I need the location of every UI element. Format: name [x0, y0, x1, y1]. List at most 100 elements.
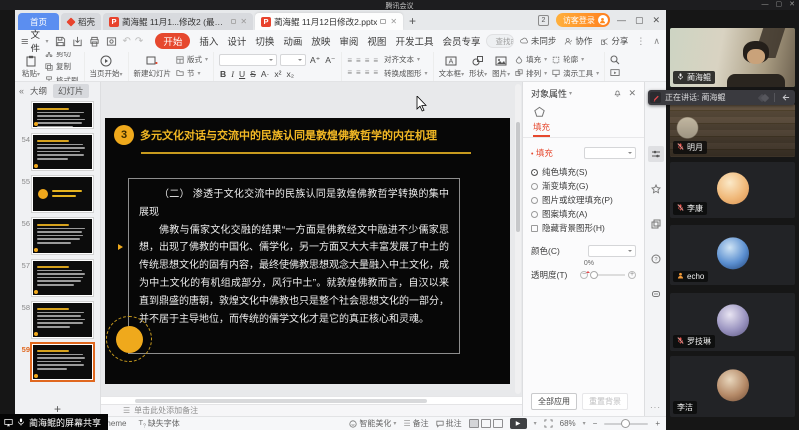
share-button[interactable]: 分享 — [600, 35, 628, 47]
participant-tile-echo[interactable]: echo — [670, 225, 795, 285]
transparency-increase-button[interactable]: + — [628, 271, 636, 279]
play-from-current-button[interactable]: 当页开始▾ — [90, 55, 123, 79]
redo-button[interactable]: ↷ — [135, 36, 147, 47]
tab-fill[interactable]: 填充 — [533, 121, 550, 137]
annotate-pen-icon[interactable] — [650, 92, 661, 103]
slideshow-play-button[interactable]: ▶ — [510, 418, 527, 429]
align-right-button[interactable]: ≡ — [365, 68, 371, 77]
ribbon-tab-7[interactable]: 视图 — [367, 34, 386, 48]
zoom-in-button[interactable]: + — [655, 419, 660, 428]
section-button[interactable]: 节▾ — [176, 68, 208, 79]
underline-button[interactable]: U — [238, 69, 246, 79]
fill-option-2[interactable]: 图片或纹理填充(P) — [531, 193, 636, 207]
participant-tile-罗技琳[interactable]: 罗技琳 — [670, 293, 795, 351]
convert-to-shape-button[interactable]: 转换成图形▾ — [384, 68, 428, 79]
slide-thumbnail-row-59[interactable]: 59 — [15, 344, 100, 380]
picture-button[interactable]: 图片▾ — [492, 55, 510, 79]
strip-more-icon[interactable]: ··· — [645, 403, 666, 412]
preview-icon[interactable] — [106, 36, 117, 47]
reading-view-button[interactable] — [493, 419, 503, 428]
save-icon[interactable] — [55, 36, 66, 47]
effects-strip-icon[interactable] — [648, 181, 664, 197]
number-list-button[interactable]: ≡ — [356, 56, 362, 65]
bell-icon[interactable] — [613, 88, 622, 97]
arrange-button[interactable]: 排列▾ — [515, 68, 547, 79]
present-from-beginning-icon[interactable] — [610, 68, 620, 78]
file-menu[interactable]: 文件▾ — [21, 27, 49, 55]
align-left-button[interactable]: ≡ — [347, 68, 353, 77]
undo-button[interactable]: ↶ — [123, 36, 135, 47]
align-text-button[interactable]: 对齐文本▾ — [384, 54, 428, 65]
guest-login-badge[interactable]: 访客登录 — [556, 13, 610, 27]
new-slide-button[interactable]: 新建幻灯片 — [134, 55, 172, 79]
participant-tile-明月[interactable]: 明月 — [670, 104, 795, 157]
panel-close-icon[interactable]: ✕ — [628, 88, 636, 99]
presentation-tools-button[interactable]: 演示工具▾ — [552, 68, 599, 79]
ribbon-search-icon[interactable] — [610, 55, 620, 65]
print-icon[interactable] — [89, 36, 100, 47]
slide-body-textbox[interactable]: （二） 渗透于文化交流中的民族认同是敦煌佛教哲学转换的集中展现佛教与儒家文化交融… — [128, 178, 460, 354]
ribbon-tab-4[interactable]: 动画 — [283, 34, 302, 48]
properties-strip-icon[interactable] — [648, 146, 664, 162]
slide-thumbnail-row-56[interactable]: 56 — [15, 218, 100, 254]
ribbon-tab-0[interactable]: 开始 — [155, 33, 190, 49]
subscript-button[interactable]: x₂ — [285, 69, 295, 79]
strikethrough-button[interactable]: S — [249, 69, 257, 79]
indent-increase-button[interactable]: ≡ — [373, 56, 379, 65]
slide-thumbnail-row-58[interactable]: 58 — [15, 302, 100, 338]
participant-tile-蔺海鲲[interactable]: 蔺海鲲 — [670, 28, 795, 87]
align-center-button[interactable]: ≡ — [356, 68, 362, 77]
document-tab-1[interactable]: 稻壳 — [61, 13, 101, 30]
font-family-select[interactable] — [219, 54, 277, 66]
sync-status-button[interactable]: 未同步 — [520, 35, 557, 47]
copy-button[interactable]: 复制 — [45, 61, 79, 72]
meeting-minimize-button[interactable]: — — [762, 0, 769, 10]
ribbon-tab-6[interactable]: 审阅 — [339, 34, 358, 48]
zoom-out-button[interactable]: − — [593, 419, 598, 428]
slide-thumbnail-row-55[interactable]: 55 — [15, 176, 100, 212]
fill-option-3[interactable]: 图案填充(A) — [531, 207, 636, 221]
fit-slide-icon[interactable] — [544, 419, 553, 428]
cut-button[interactable]: 剪切 — [45, 52, 79, 59]
meeting-close-button[interactable]: ✕ — [789, 0, 795, 10]
zoom-slider[interactable] — [604, 423, 648, 425]
bold-button[interactable]: B — [219, 69, 227, 79]
new-tab-button[interactable]: + — [409, 14, 416, 30]
paste-button[interactable]: 粘贴▾ — [22, 55, 40, 79]
bullet-list-button[interactable]: ≡ — [347, 56, 353, 65]
layout-button[interactable]: 版式▾ — [176, 54, 208, 65]
horizontal-scrollbar[interactable] — [101, 396, 522, 404]
ribbon-tab-8[interactable]: 开发工具 — [395, 34, 433, 48]
layers-strip-icon[interactable] — [648, 216, 664, 232]
collaborate-button[interactable]: 协作 — [564, 35, 592, 47]
participant-tile-李洁[interactable]: 李洁 — [670, 356, 795, 417]
collapse-panel-button[interactable]: « — [19, 86, 24, 96]
slide-thumbnail-row-57[interactable]: 57 — [15, 260, 100, 296]
zoom-level[interactable]: 68% — [560, 419, 576, 428]
smart-beautify-button[interactable]: 智能美化▾ — [349, 418, 396, 429]
more-menu-button[interactable]: ⋮ — [636, 36, 645, 47]
fill-preset-select[interactable] — [584, 147, 636, 159]
slide-thumbnail-row-54[interactable]: 54 — [15, 134, 100, 170]
missing-font-button[interactable]: T? 缺失字体 — [138, 418, 179, 430]
document-tab-2[interactable]: P蔺海鲲 11月1...修改2 (最新版)✕ — [103, 13, 253, 30]
format-painter-button[interactable]: 格式刷 — [45, 75, 79, 83]
fill-option-1[interactable]: 渐变填充(G) — [531, 179, 636, 193]
ribbon-tab-2[interactable]: 设计 — [227, 34, 246, 48]
reset-background-button[interactable]: 重置背景 — [582, 393, 628, 410]
current-slide[interactable]: 3 多元文化对话与交流中的民族认同是敦煌佛教哲学的内在机理 （二） 渗透于文化交… — [105, 118, 510, 384]
participant-tile-李康[interactable]: 李康 — [670, 162, 795, 218]
shape-button[interactable]: 形状▾ — [469, 55, 487, 79]
feedback-strip-icon[interactable] — [648, 286, 664, 302]
fill-option-0[interactable]: 纯色填充(S) — [531, 165, 636, 179]
notes-button[interactable]: ☰备注 — [403, 418, 428, 429]
ribbon-tab-1[interactable]: 插入 — [199, 34, 218, 48]
tab-close-icon[interactable]: ✕ — [390, 17, 397, 26]
indent-decrease-button[interactable]: ≡ — [365, 56, 371, 65]
tab-close-icon[interactable]: ✕ — [240, 17, 247, 26]
slide-sorter-view-button[interactable] — [481, 419, 491, 428]
outline-button[interactable]: 轮廓▾ — [552, 54, 599, 65]
font-color-button[interactable]: A· — [260, 69, 271, 79]
tab-outline[interactable]: 大纲 — [30, 85, 47, 97]
font-size-select[interactable] — [280, 54, 306, 66]
